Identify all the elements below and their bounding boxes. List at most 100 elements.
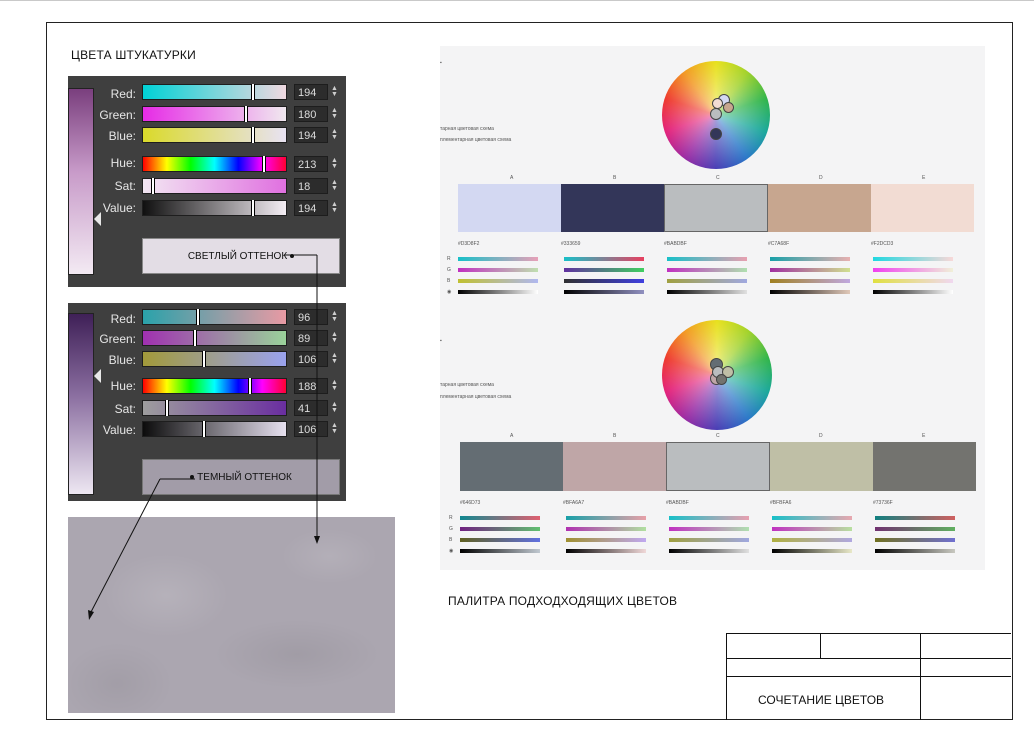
dark-arrow-icon [88,610,94,620]
column-letter: C [716,175,720,181]
scheme-label-complementary[interactable]: плементарная цветовая схема [440,394,511,400]
column-letter: B [613,433,617,439]
channel-letter-b: B [447,278,451,284]
mini-slider-b-c[interactable] [667,279,747,283]
title-block-line [726,676,1011,677]
mini-slider-g-b[interactable] [566,527,646,531]
mini-slider-r-e[interactable] [875,516,955,520]
wheel-point-c[interactable] [710,108,722,120]
column-letter: A [510,433,514,439]
column-letter: A [510,175,514,181]
mini-slider-v-a[interactable] [460,549,540,553]
palette-panel-bottom: ▪ тарная цветовая схема плементарная цве… [440,312,985,570]
mini-slider-b-b[interactable] [566,538,646,542]
mini-slider-g-c[interactable] [667,268,747,272]
title-block-line [726,658,1011,659]
mini-slider-g-e[interactable] [875,527,955,531]
mini-slider-g-c[interactable] [669,527,749,531]
scheme-dot: ▪ [440,60,442,66]
title-block-line [726,633,1011,634]
mini-slider-v-c[interactable] [669,549,749,553]
mini-slider-r-a[interactable] [460,516,540,520]
column-letter: B [613,175,617,181]
scheme-label-analog[interactable]: тарная цветовая схема [440,126,494,132]
hex-label-a: #D3D8F2 [458,241,480,247]
mini-slider-b-c[interactable] [669,538,749,542]
hex-label-b: #333659 [561,241,581,247]
palette-heading: ПАЛИТРА ПОДХОДХОДЯЩИХ ЦВЕТОВ [448,594,678,608]
mini-slider-b-e[interactable] [875,538,955,542]
hex-label-e: #F2DCD3 [871,241,894,247]
title-block-line [920,633,921,720]
mini-slider-r-c[interactable] [669,516,749,520]
hex-label-c: #BABDBF [666,500,689,506]
hex-label-d: #C7A68F [768,241,790,247]
palette-swatch-b[interactable] [563,442,666,491]
wheel-point-e[interactable] [712,98,723,109]
mini-slider-b-a[interactable] [460,538,540,542]
channel-letter-g: G [447,267,451,273]
wheel-point-b[interactable] [710,128,722,140]
title-block-title: СОЧЕТАНИЕ ЦВЕТОВ [758,693,885,707]
column-letter: D [819,433,823,439]
palette-swatch-d[interactable] [768,184,871,232]
hex-label-a: #646D73 [460,500,481,506]
mini-slider-v-e[interactable] [873,290,953,294]
mini-slider-v-a[interactable] [458,290,538,294]
mini-slider-v-e[interactable] [875,549,955,553]
palette-swatch-a[interactable] [460,442,563,491]
palette-swatch-d[interactable] [770,442,873,491]
channel-letter-g: G [449,526,453,532]
hex-label-e: #73736F [873,500,893,506]
palette-swatch-e[interactable] [871,184,974,232]
mini-slider-b-d[interactable] [772,538,852,542]
mini-slider-r-a[interactable] [458,257,538,261]
palette-swatch-c-selected[interactable] [664,184,768,232]
mini-slider-g-a[interactable] [458,268,538,272]
wheel-point-e[interactable] [716,374,727,385]
mini-slider-g-e[interactable] [873,268,953,272]
channel-letter-r: R [449,515,453,521]
palette-swatch-b[interactable] [561,184,664,232]
mini-slider-v-d[interactable] [770,290,850,294]
mini-slider-b-a[interactable] [458,279,538,283]
mini-slider-v-c[interactable] [667,290,747,294]
mini-slider-b-d[interactable] [770,279,850,283]
hex-label-b: #BFA6A7 [563,500,585,506]
title-block-line [820,633,821,658]
column-letter: E [922,175,926,181]
palette-swatch-c-selected[interactable] [666,442,770,491]
mini-slider-r-e[interactable] [873,257,953,261]
column-letter: C [716,433,720,439]
mini-slider-r-b[interactable] [566,516,646,520]
mini-slider-r-c[interactable] [667,257,747,261]
light-arrow-icon [314,536,320,544]
wheel-point-d[interactable] [723,102,734,113]
channel-letter-b: B [449,537,453,543]
scheme-label-complementary[interactable]: плементарная цветовая схема [440,137,511,143]
palette-swatch-e[interactable] [873,442,976,491]
mini-slider-v-b[interactable] [564,290,644,294]
channel-letter-brightness: ◉ [447,289,452,295]
scheme-dot: ▪ [440,338,442,344]
mini-slider-r-b[interactable] [564,257,644,261]
mini-slider-g-a[interactable] [460,527,540,531]
hex-label-c: #BABDBF [664,241,687,247]
column-letter: E [922,433,926,439]
mini-slider-v-b[interactable] [566,549,646,553]
hex-label-d: #BFBFA6 [770,500,792,506]
scheme-label-analog[interactable]: тарная цветовая схема [440,382,494,388]
dark-pointer-line-d [90,478,161,613]
palette-swatch-a[interactable] [458,184,561,232]
mini-slider-v-d[interactable] [772,549,852,553]
mini-slider-b-b[interactable] [564,279,644,283]
mini-slider-b-e[interactable] [873,279,953,283]
mini-slider-g-b[interactable] [564,268,644,272]
channel-letter-brightness: ◉ [449,548,454,554]
mini-slider-r-d[interactable] [770,257,850,261]
mini-slider-r-d[interactable] [772,516,852,520]
title-block-line [726,633,727,720]
mini-slider-g-d[interactable] [770,268,850,272]
palette-panel-top: ▪ тарная цветовая схема плементарная цве… [440,46,985,312]
mini-slider-g-d[interactable] [772,527,852,531]
